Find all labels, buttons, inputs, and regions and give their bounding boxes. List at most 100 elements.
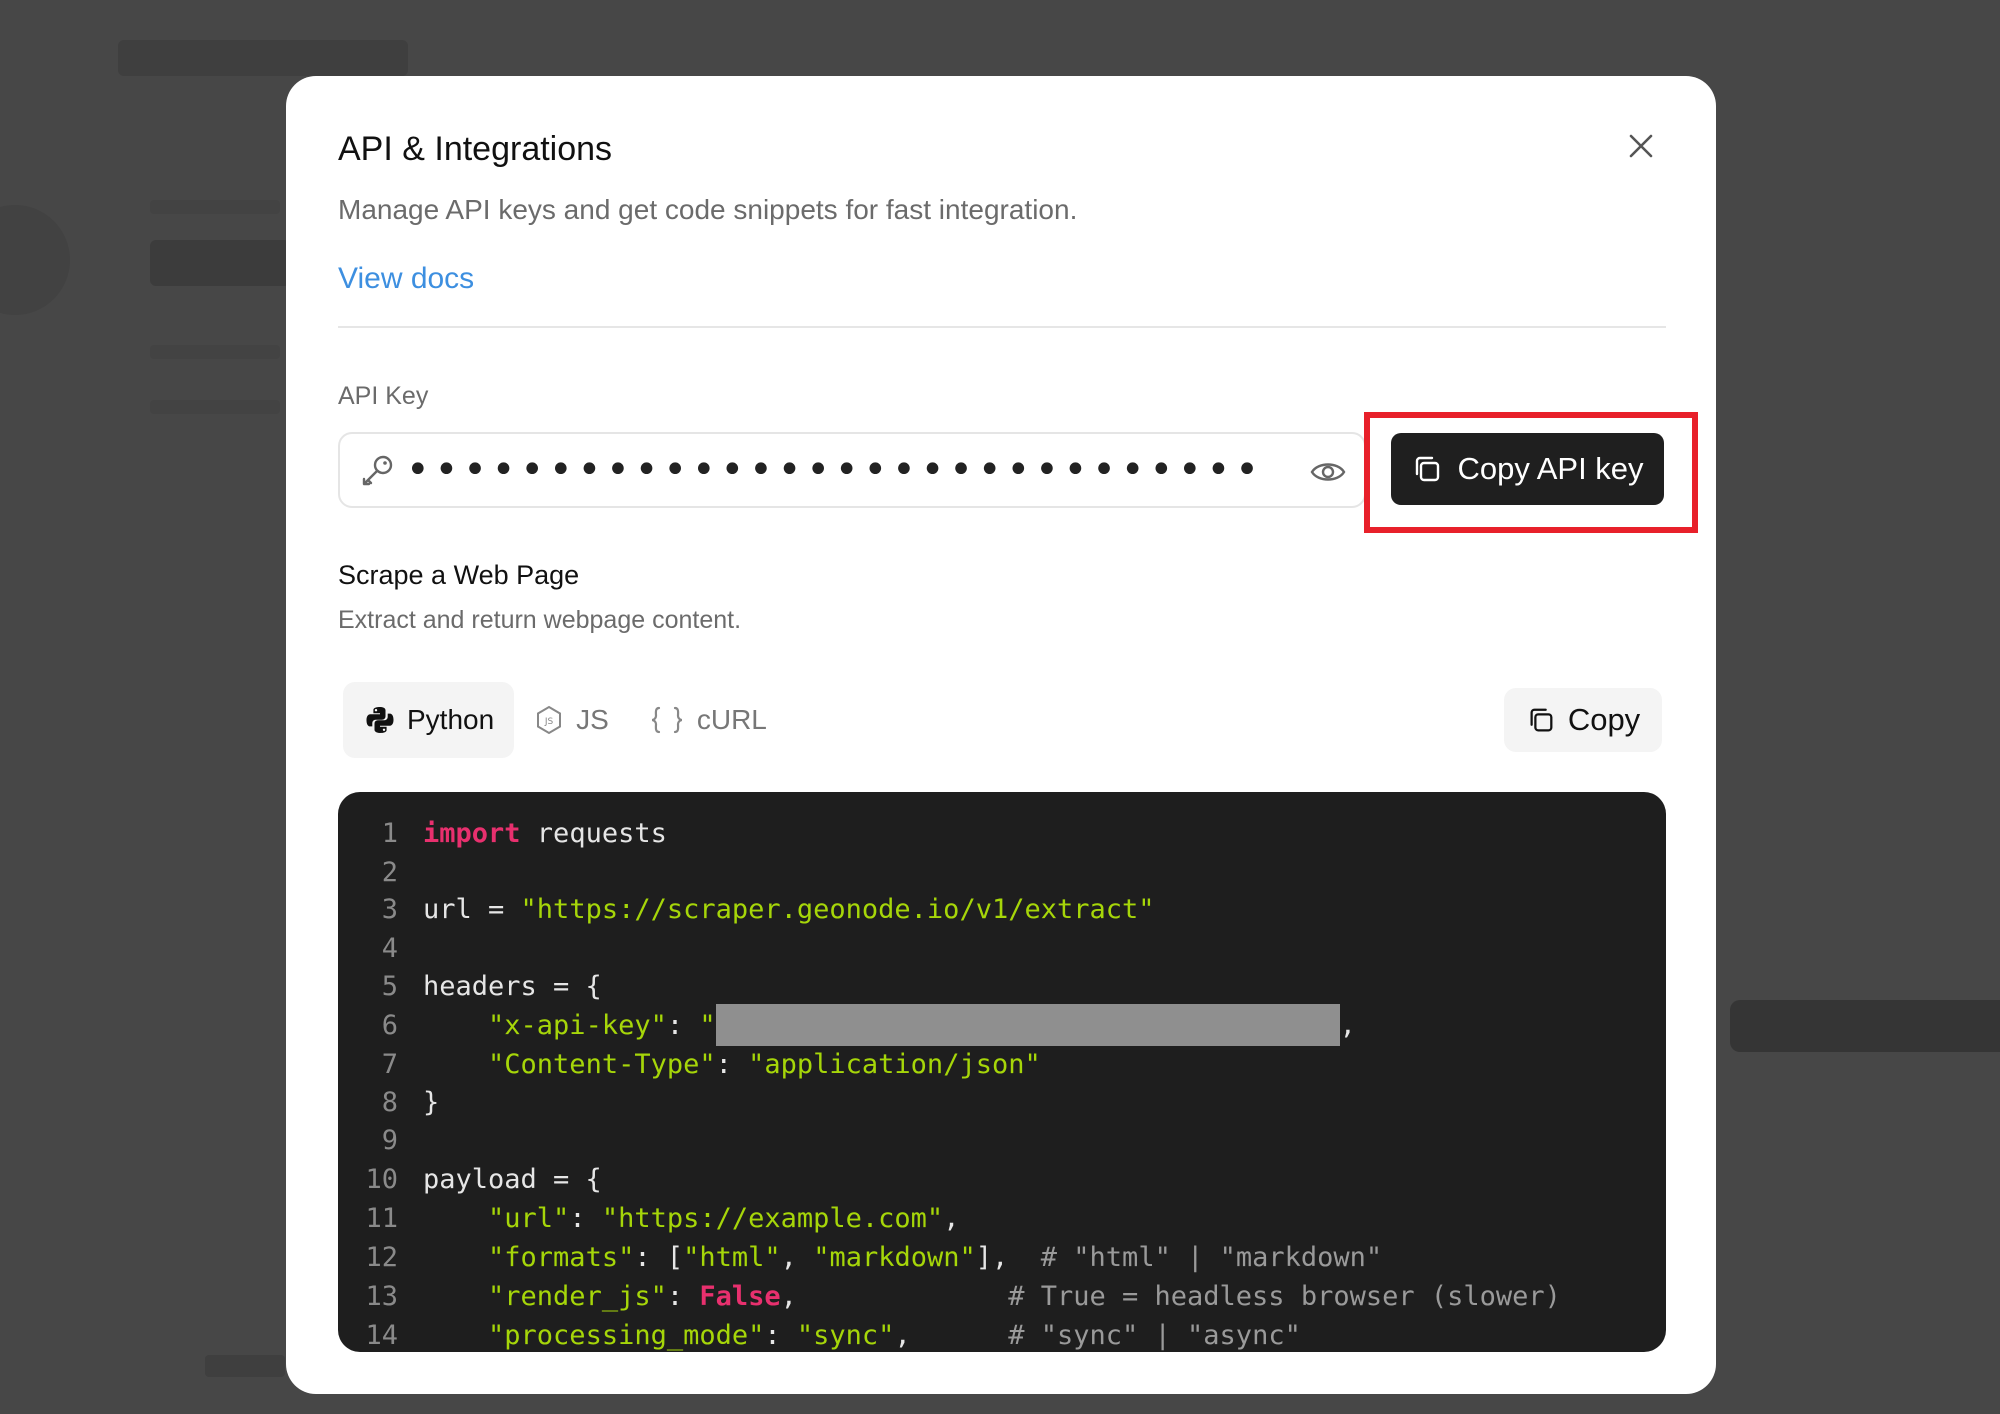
code-token: "https://example.com" <box>601 1202 944 1234</box>
key-icon <box>362 455 393 486</box>
code-token: import <box>423 817 521 849</box>
api-key-input[interactable] <box>406 444 1266 496</box>
code-line: 8} <box>338 1083 440 1121</box>
modal-subtitle: Manage API keys and get code snippets fo… <box>338 194 1078 225</box>
code-token: , <box>894 1319 1009 1351</box>
code-token: # "sync" | "async" <box>1008 1319 1301 1351</box>
modal-title: API & Integrations <box>338 130 613 168</box>
background-text <box>150 200 280 214</box>
line-number: 13 <box>365 1280 398 1312</box>
eye-icon[interactable] <box>1308 452 1348 492</box>
tab-python-label: Python <box>407 704 495 735</box>
code-token: : <box>666 1009 700 1041</box>
code-line: 10 payload = { <box>338 1160 602 1198</box>
code-token: "processing_mode" <box>488 1319 765 1351</box>
code-token: : <box>764 1319 797 1351</box>
code-line: 5 headers = { <box>338 967 602 1005</box>
tab-js[interactable]: JS JS <box>514 682 629 758</box>
line-number: 11 <box>365 1202 398 1234</box>
background-avatar <box>0 205 70 315</box>
svg-text:JS: JS <box>544 717 554 727</box>
line-number: 7 <box>381 1048 398 1080</box>
code-token: "url" <box>488 1202 570 1234</box>
js-icon: JS <box>537 705 562 735</box>
copy-icon <box>1530 708 1553 732</box>
code-token: "application/json" <box>748 1048 1041 1080</box>
copy-code-button[interactable]: Copy <box>1504 688 1662 752</box>
api-integrations-modal: API & Integrations Manage API keys and g… <box>286 76 1716 1394</box>
api-key-label: API Key <box>338 382 429 410</box>
line-number: 2 <box>381 856 398 888</box>
line-number: 12 <box>365 1241 398 1273</box>
close-button[interactable] <box>1621 126 1661 166</box>
code-line: 13 "render_js": False, # True = headless… <box>338 1277 1561 1315</box>
copy-api-key-label: Copy API key <box>1457 451 1644 486</box>
code-token: , <box>1339 1009 1356 1041</box>
background-tooltip <box>1730 1000 2000 1052</box>
language-tabs: Python JS JS cURL <box>343 682 787 758</box>
tab-js-label: JS <box>576 704 609 735</box>
code-token: "markdown" <box>813 1241 976 1273</box>
divider <box>338 326 1666 328</box>
redacted-api-key <box>715 1004 1340 1046</box>
braces-icon <box>651 706 682 734</box>
code-token: requests <box>520 817 667 849</box>
section-title: Scrape a Web Page <box>338 560 580 590</box>
code-line: 7 "Content-Type": "application/json" <box>338 1045 1041 1083</box>
code-token: : <box>666 1280 700 1312</box>
line-number: 10 <box>365 1163 398 1195</box>
code-line: 11 "url": "https://example.com", <box>338 1199 959 1237</box>
section-description: Extract and return webpage content. <box>338 606 742 634</box>
code-token: # True = headless browser (slower) <box>1008 1280 1561 1312</box>
code-token: "x-api-key" <box>488 1009 667 1041</box>
code-token: payload = { <box>423 1163 602 1195</box>
background-text <box>150 345 280 359</box>
code-token: } <box>423 1086 440 1118</box>
view-docs-link[interactable]: View docs <box>338 262 474 296</box>
code-line: 6 "x-api-key": ", <box>338 1004 1356 1046</box>
line-number: 6 <box>381 1009 398 1041</box>
code-line: 4 <box>338 929 423 967</box>
code-token: : <box>715 1048 749 1080</box>
code-token: : [ <box>634 1241 684 1273</box>
line-number: 5 <box>381 970 398 1002</box>
code-token: "Content-Type" <box>488 1048 716 1080</box>
code-token: "sync" <box>796 1319 895 1351</box>
background-text <box>205 1355 285 1377</box>
line-number: 14 <box>365 1319 398 1351</box>
code-token: "render_js" <box>488 1280 667 1312</box>
line-number: 8 <box>381 1086 398 1118</box>
code-line: 14 "processing_mode": "sync", # "sync" |… <box>338 1316 1301 1352</box>
code-line: 12 "formats": ["html", "markdown"], # "h… <box>338 1238 1382 1276</box>
code-token: headers = { <box>423 970 602 1002</box>
tab-python[interactable]: Python <box>343 682 515 758</box>
api-key-field <box>338 432 1366 508</box>
code-line: 2 <box>338 853 423 891</box>
code-token: "html" <box>683 1241 781 1273</box>
code-line: 3 url = "https://scraper.geonode.io/v1/ex… <box>338 890 1155 928</box>
code-token: "https://scraper.geonode.io/v1/extract" <box>520 893 1155 925</box>
code-line: 9 <box>338 1121 423 1159</box>
code-token: : <box>569 1202 602 1234</box>
code-snippet[interactable]: 1 import requests 2 3 url = "https://scraper… <box>338 792 1666 1352</box>
python-icon <box>366 707 394 733</box>
code-token: ], <box>975 1241 1041 1273</box>
code-token: # "html" | "markdown" <box>1040 1241 1383 1273</box>
tab-curl[interactable]: cURL <box>629 682 787 758</box>
code-token: , <box>780 1241 814 1273</box>
code-token: False <box>699 1280 781 1312</box>
background-breadcrumb <box>118 40 408 76</box>
code-token: "formats" <box>488 1241 635 1273</box>
copy-api-key-button[interactable]: Copy API key <box>1391 433 1664 505</box>
copy-icon <box>1416 456 1440 482</box>
code-line: 1 import requests <box>338 814 667 852</box>
copy-code-label: Copy <box>1567 702 1641 737</box>
code-token: url = <box>423 893 521 925</box>
background-heading <box>150 240 290 286</box>
